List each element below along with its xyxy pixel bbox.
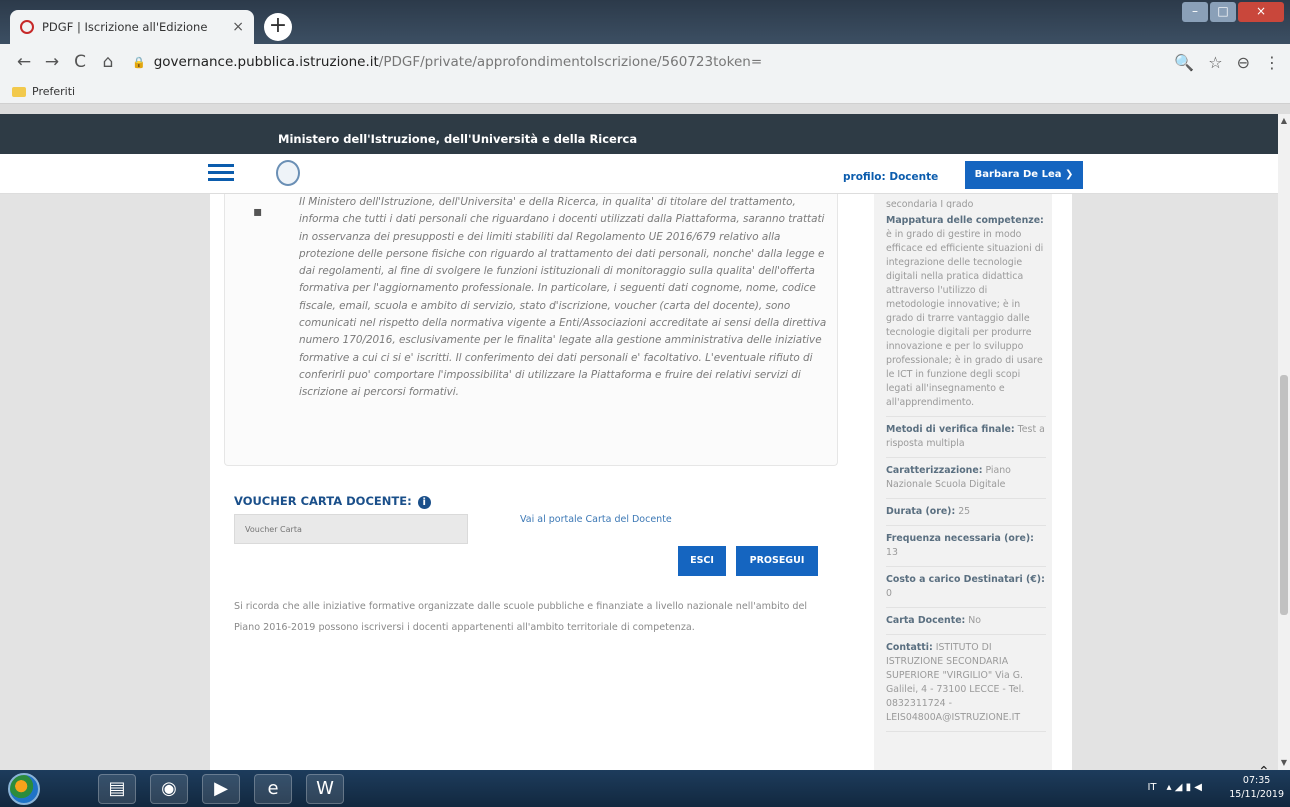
bullet-icon: ▪ <box>253 204 263 220</box>
clock-date: 15/11/2019 <box>1229 789 1284 800</box>
maximize-button[interactable]: □ <box>1210 2 1236 22</box>
back-icon[interactable]: ← <box>10 52 38 72</box>
detail-row: Contatti: ISTITUTO DI ISTRUZIONE SECONDA… <box>886 635 1046 732</box>
window-controls: – □ × <box>1182 2 1284 22</box>
detail-row: Costo a carico Destinatari (€): 0 <box>886 567 1046 608</box>
detail-row: Metodi di verifica finale: Test a rispos… <box>886 417 1046 458</box>
system-tray: IT ▴ ◢ ▮ ◀ <box>1147 782 1202 793</box>
scroll-up-icon[interactable]: ▲ <box>1278 114 1290 128</box>
detail-cut-text: secondaria I grado <box>886 199 974 208</box>
bookmarks-bar: Preferiti <box>0 80 1290 104</box>
zoom-icon[interactable]: 🔍 <box>1174 53 1194 72</box>
browser-tab[interactable]: PDGF | Iscrizione all'Edizione × <box>10 10 254 44</box>
toolbar-icons: 🔍 ☆ ⊖ ⋮ <box>1174 53 1280 72</box>
detail-row: Frequenza necessaria (ore): 13 <box>886 526 1046 567</box>
detail-row: Carta Docente: No <box>886 608 1046 635</box>
user-menu-button[interactable]: Barbara De Lea ❯ <box>965 161 1083 189</box>
hamburger-menu-icon[interactable] <box>208 164 234 182</box>
page-viewport: Ministero dell'Istruzione, dell'Universi… <box>0 114 1278 770</box>
voucher-input[interactable] <box>234 514 468 544</box>
word-icon[interactable]: W <box>306 774 344 804</box>
close-window-button[interactable]: × <box>1238 2 1284 22</box>
start-button[interactable] <box>8 773 40 805</box>
tray-icons[interactable]: ▴ ◢ ▮ ◀ <box>1167 782 1202 793</box>
address-bar[interactable]: 🔒 governance.pubblica.istruzione.it /PDG… <box>132 48 1164 76</box>
system-clock[interactable]: 07:35 15/11/2019 <box>1229 774 1284 802</box>
carta-docente-portal-link[interactable]: Vai al portale Carta del Docente <box>520 514 672 525</box>
page-scrollbar[interactable]: ▲ ▼ <box>1278 114 1290 770</box>
browser-titlebar: PDGF | Iscrizione all'Edizione × + – □ × <box>0 0 1290 44</box>
home-icon[interactable]: ⌂ <box>94 52 122 72</box>
internet-explorer-icon[interactable]: e <box>254 774 292 804</box>
site-favicon-icon <box>20 20 34 34</box>
tab-close-icon[interactable]: × <box>232 19 244 35</box>
minimize-button[interactable]: – <box>1182 2 1208 22</box>
account-icon[interactable]: ⊖ <box>1237 53 1250 72</box>
chrome-icon[interactable]: ◉ <box>150 774 188 804</box>
language-indicator[interactable]: IT <box>1147 782 1156 793</box>
detail-row: Mappatura delle competenze: è in grado d… <box>886 208 1046 417</box>
scroll-thumb[interactable] <box>1280 375 1288 615</box>
new-tab-button[interactable]: + <box>264 13 292 41</box>
bookmark-star-icon[interactable]: ☆ <box>1208 53 1222 72</box>
info-icon[interactable]: i <box>417 496 431 509</box>
tab-title: PDGF | Iscrizione all'Edizione <box>42 20 208 34</box>
explorer-icon[interactable]: ▤ <box>98 774 136 804</box>
chevron-down-icon: ❯ <box>1064 169 1074 180</box>
forward-icon[interactable]: → <box>38 52 66 72</box>
detail-row: Caratterizzazione: Piano Nazionale Scuol… <box>886 458 1046 499</box>
reload-icon[interactable]: C <box>66 52 94 72</box>
url-path: /PDGF/private/approfondimentoIscrizione/… <box>378 54 763 70</box>
voucher-title: VOUCHER CARTA DOCENTE: i <box>234 494 431 509</box>
profile-label: profilo: Docente <box>843 171 939 183</box>
browser-menu-icon[interactable]: ⋮ <box>1264 53 1280 72</box>
browser-toolbar: ← → C ⌂ 🔒 governance.pubblica.istruzione… <box>0 44 1290 80</box>
bookmark-folder-preferiti[interactable]: Preferiti <box>32 85 75 98</box>
republic-emblem-icon <box>276 160 300 186</box>
site-nav: profilo: Docente Barbara De Lea ❯ <box>0 154 1278 194</box>
privacy-text: Il Ministero dell'Istruzione, dell'Unive… <box>299 196 827 399</box>
scroll-down-icon[interactable]: ▼ <box>1278 756 1290 770</box>
clock-time: 07:35 <box>1242 775 1271 786</box>
privacy-card: ▪ Il Ministero dell'Istruzione, dell'Uni… <box>224 194 838 466</box>
prosegui-button[interactable]: PROSEGUI <box>736 546 818 576</box>
course-details-panel: secondaria I grado Mappatura delle compe… <box>874 194 1052 770</box>
esci-button[interactable]: ESCI <box>678 546 726 576</box>
territorial-note: Si ricorda che alle iniziative formative… <box>234 601 808 633</box>
lock-icon: 🔒 <box>132 55 146 69</box>
ministry-bar: Ministero dell'Istruzione, dell'Universi… <box>0 114 1278 154</box>
url-host: governance.pubblica.istruzione.it <box>153 54 379 70</box>
windows-taskbar: ▤ ◉ ▶ e W IT ▴ ◢ ▮ ◀ 07:35 15/11/2019 <box>0 770 1290 807</box>
detail-row: Durata (ore): 25 <box>886 499 1046 526</box>
media-player-icon[interactable]: ▶ <box>202 774 240 804</box>
folder-icon <box>12 86 26 97</box>
